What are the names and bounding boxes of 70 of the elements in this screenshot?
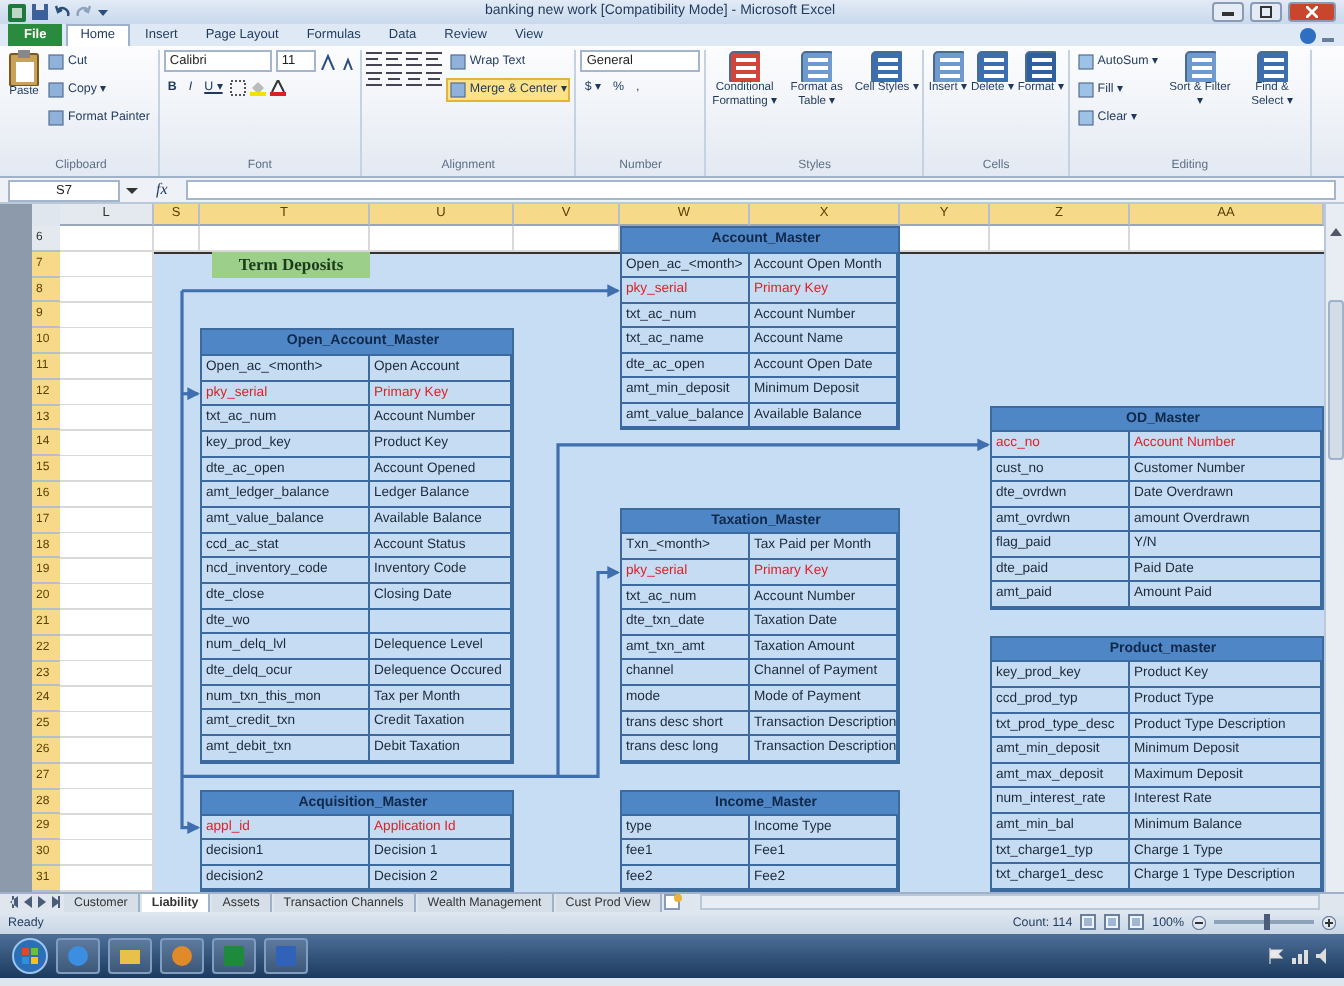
sheet-nav-icon[interactable] xyxy=(50,896,62,909)
align-icon[interactable] xyxy=(385,50,402,66)
align-icon[interactable] xyxy=(405,50,422,66)
page-break-button[interactable] xyxy=(1128,914,1145,931)
list-icon xyxy=(728,50,761,82)
spreadsheet-icon xyxy=(8,3,26,21)
vertical-scrollbar[interactable] xyxy=(1324,204,1344,892)
square-icon xyxy=(48,82,64,98)
minimize-button[interactable] xyxy=(1212,2,1244,22)
start-button[interactable] xyxy=(12,937,48,974)
undo-icon[interactable] xyxy=(54,4,70,20)
list-icon xyxy=(976,50,1009,82)
zoom-out-icon[interactable] xyxy=(1192,915,1206,930)
network-icon[interactable] xyxy=(1292,947,1308,964)
close-button[interactable] xyxy=(1288,2,1336,22)
dropdown-icon[interactable] xyxy=(126,184,138,196)
section-title: Term Deposits xyxy=(212,251,370,278)
list-icon xyxy=(1024,50,1057,82)
function-button[interactable]: fx xyxy=(144,178,180,202)
minimize-icon xyxy=(1222,8,1234,16)
new-sheet-icon[interactable] xyxy=(664,894,683,911)
taskbar-button[interactable] xyxy=(212,937,256,974)
taskbar-button[interactable] xyxy=(160,937,204,974)
close-icon xyxy=(1306,6,1318,18)
zoom-slider-thumb[interactable] xyxy=(1264,914,1270,931)
square-icon xyxy=(48,110,64,126)
list-icon xyxy=(800,50,833,82)
list-icon xyxy=(1183,50,1216,82)
normal-view-button[interactable] xyxy=(1080,914,1097,931)
align-icon[interactable] xyxy=(425,70,442,86)
clipboard-icon xyxy=(8,50,40,86)
square-icon xyxy=(449,82,466,98)
save-icon[interactable] xyxy=(32,4,48,20)
media-icon xyxy=(170,943,194,968)
align-icon[interactable] xyxy=(425,50,442,66)
list-icon xyxy=(931,50,964,82)
taskbar-button[interactable] xyxy=(108,937,152,974)
volume-icon[interactable] xyxy=(1316,947,1332,964)
square-icon xyxy=(1077,110,1094,126)
document-icon xyxy=(274,943,298,968)
scrollbar-thumb[interactable] xyxy=(1327,300,1343,460)
zoom-in-icon[interactable] xyxy=(1322,915,1336,930)
sheet-nav-icon[interactable] xyxy=(8,896,20,909)
font-color-icon[interactable] xyxy=(270,80,287,96)
align-icon[interactable] xyxy=(405,70,422,86)
align-icon[interactable] xyxy=(385,70,402,86)
fill-color-icon[interactable] xyxy=(250,80,267,96)
taskbar-button[interactable] xyxy=(264,937,308,974)
formula-field[interactable] xyxy=(185,180,1336,200)
help-icon[interactable] xyxy=(1300,27,1316,43)
square-icon xyxy=(48,54,64,70)
maximize-icon xyxy=(1260,6,1272,18)
maximize-button[interactable] xyxy=(1250,2,1282,22)
square-icon xyxy=(449,54,466,70)
browser-icon xyxy=(66,943,90,968)
spreadsheet-icon xyxy=(222,943,246,968)
shrink-font-icon[interactable] xyxy=(339,53,356,69)
square-icon xyxy=(1077,82,1094,98)
grow-font-icon[interactable] xyxy=(319,53,336,69)
list-icon xyxy=(1255,50,1288,82)
borders-icon[interactable] xyxy=(230,80,247,96)
align-icon[interactable] xyxy=(365,70,382,86)
page-layout-button[interactable] xyxy=(1104,914,1121,931)
scroll-up-icon[interactable] xyxy=(1329,228,1341,236)
horizontal-scrollbar[interactable] xyxy=(700,894,1320,911)
list-icon xyxy=(870,50,903,82)
square-icon xyxy=(1077,54,1094,70)
dropdown-icon[interactable] xyxy=(98,4,108,20)
flag-icon[interactable] xyxy=(1268,947,1284,964)
align-icon[interactable] xyxy=(365,50,382,66)
